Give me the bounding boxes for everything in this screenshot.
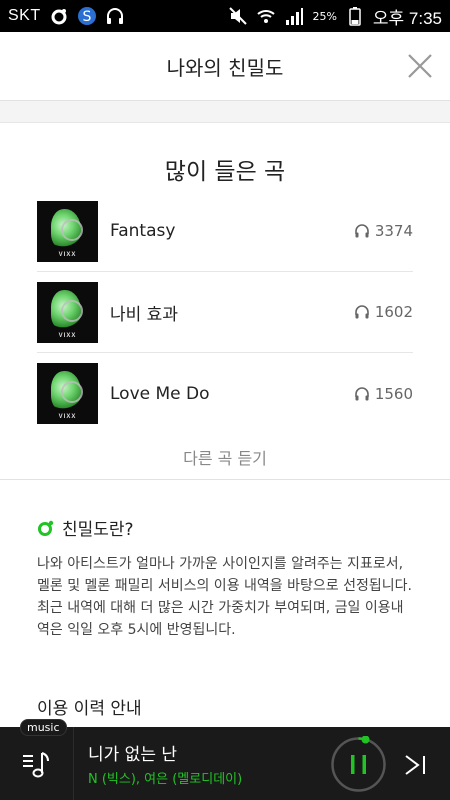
music-tag: music xyxy=(20,719,67,736)
album-art: VIXX xyxy=(37,200,98,262)
album-art-text: VIXX xyxy=(58,251,77,258)
track-artist: N (빅스), 여은 (멜로디데이) xyxy=(88,772,243,787)
battery-icon xyxy=(345,6,365,26)
usage-history-title: 이용 이력 안내 xyxy=(37,699,142,719)
battery-percent: 25% xyxy=(312,9,337,23)
song-list: VIXX Fantasy 3374 VIXX 나비 효과 1602 VIXX L… xyxy=(37,191,413,434)
intimacy-header: 친밀도란? xyxy=(37,515,134,540)
play-count-value: 3374 xyxy=(374,222,413,240)
intimacy-description: 나와 아티스트가 얼마나 가까운 사이인지를 알려주는 지표로서, 멜론 및 멜… xyxy=(37,556,412,638)
headphones-icon xyxy=(355,224,369,238)
now-playing[interactable]: 니가 없는 난 N (빅스), 여은 (멜로디데이) xyxy=(74,740,450,787)
song-row-2[interactable]: VIXX 나비 효과 1602 xyxy=(37,272,413,353)
song-row-3[interactable]: VIXX Love Me Do 1560 xyxy=(37,353,413,434)
notification-ring-icon xyxy=(49,6,69,26)
playlist-button[interactable] xyxy=(0,727,74,800)
intimacy-title: 친밀도란? xyxy=(62,520,134,540)
next-track-icon[interactable] xyxy=(400,750,430,780)
play-count: 1602 xyxy=(354,303,413,321)
album-art-text: VIXX xyxy=(58,332,77,339)
status-bar: SKT S 25% 오후 7:35 xyxy=(0,0,450,32)
mute-icon xyxy=(228,6,248,26)
play-count-value: 1560 xyxy=(374,384,413,403)
wifi-icon xyxy=(256,6,276,26)
play-count-value: 1602 xyxy=(374,303,413,321)
more-songs-link[interactable]: 다른 곡 듣기 xyxy=(0,445,450,469)
most-played-title: 많이 들은 곡 xyxy=(164,159,286,185)
svg-text:S: S xyxy=(82,9,91,25)
section-gap xyxy=(0,101,450,123)
song-title: Love Me Do xyxy=(110,383,210,404)
divider xyxy=(0,479,450,480)
album-art: VIXX xyxy=(37,281,98,343)
headphones-status-icon xyxy=(105,6,125,26)
page-title: 나와의 친밀도 xyxy=(166,55,284,80)
carrier-label: SKT xyxy=(8,7,41,24)
song-row-1[interactable]: VIXX Fantasy 3374 xyxy=(37,191,413,272)
signal-icon xyxy=(284,6,304,26)
music-note-icon xyxy=(22,751,49,777)
headphones-icon xyxy=(355,305,369,319)
clock: 오후 7:35 xyxy=(372,8,442,28)
play-count: 3374 xyxy=(354,222,413,240)
mini-player: music 니가 없는 난 N (빅스), 여은 (멜로디데이) xyxy=(0,719,450,800)
app-notification-icon: S xyxy=(77,6,97,26)
headphones-icon xyxy=(355,386,369,400)
pause-icon[interactable] xyxy=(330,736,387,793)
song-title: Fantasy xyxy=(110,221,176,241)
header: 나와의 친밀도 xyxy=(0,32,450,101)
play-count: 1560 xyxy=(354,385,413,403)
album-art-text: VIXX xyxy=(58,414,77,420)
song-title: 나비 효과 xyxy=(110,304,178,325)
ring-icon xyxy=(38,520,54,536)
album-art: VIXX xyxy=(37,363,98,424)
close-icon[interactable] xyxy=(406,52,434,80)
track-title: 니가 없는 난 xyxy=(88,745,178,765)
